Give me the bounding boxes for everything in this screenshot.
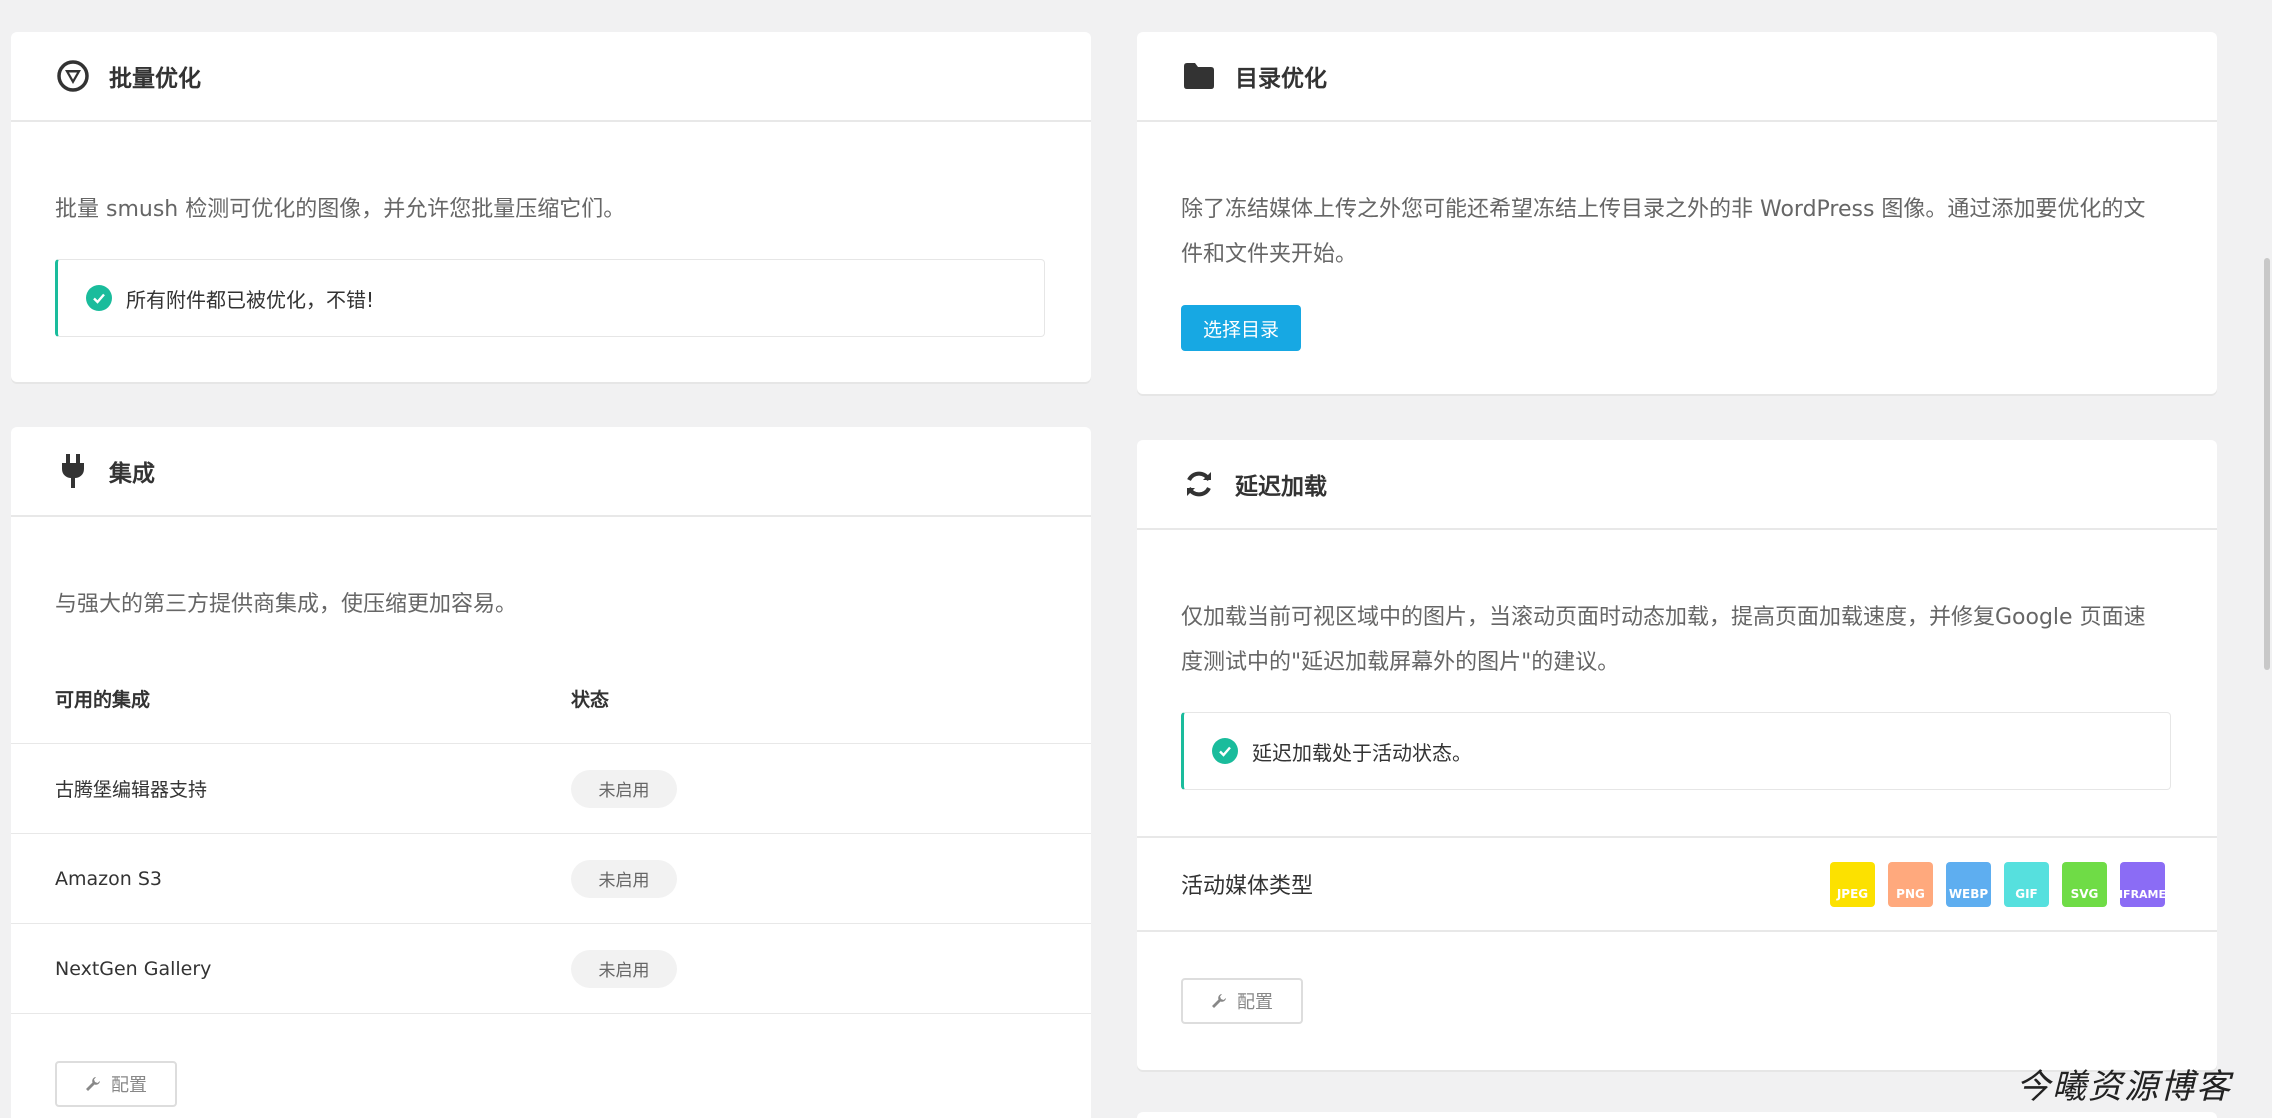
page-scrollbar[interactable] — [2262, 0, 2272, 1118]
table-divider — [11, 1013, 1091, 1015]
col-status: 状态 — [571, 689, 610, 711]
smush-logo-icon — [55, 58, 91, 94]
table-row: Amazon S3 未启用 — [11, 833, 1091, 923]
col-available-integrations: 可用的集成 — [55, 689, 151, 711]
status-badge: 未启用 — [571, 949, 677, 988]
lazyload-title: 延迟加载 — [1235, 474, 1327, 500]
media-type-badges: JPEG PNG WEBP GIF SVG IFRAME — [1817, 861, 2166, 907]
media-badge-jpeg: JPEG — [1830, 861, 1875, 907]
integrations-config-button[interactable]: 配置 — [55, 1061, 177, 1107]
lazyload-description: 仅加载当前可视区域中的图片，当滚动页面时动态加载，提高页面加载速度，并修复Goo… — [1181, 595, 2181, 685]
table-row: 古腾堡编辑器支持 未启用 — [11, 743, 1091, 833]
check-circle-icon — [86, 285, 112, 311]
bulk-smush-description: 批量 smush 检测可优化的图像，并允许您批量压缩它们。 — [55, 197, 626, 222]
lazyload-notice: 延迟加载处于活动状态。 — [1181, 712, 2171, 790]
media-badge-svg: SVG — [2062, 861, 2107, 907]
integration-name: NextGen Gallery — [55, 957, 212, 980]
directory-smush-card: 目录优化 除了冻结媒体上传之外您可能还希望冻结上传目录之外的非 WordPres… — [1137, 32, 2217, 394]
table-row: NextGen Gallery 未启用 — [11, 923, 1091, 1013]
watermark: 今曦资源博客 — [2016, 1067, 2232, 1107]
media-types-row: 活动媒体类型 JPEG PNG WEBP GIF SVG IFRAME — [1137, 836, 2217, 932]
media-badge-iframe: IFRAME — [2119, 861, 2166, 907]
integrations-description: 与强大的第三方提供商集成，使压缩更加容易。 — [55, 592, 518, 617]
next-card-edge — [1137, 1112, 2217, 1118]
lazyload-card: 延迟加载 仅加载当前可视区域中的图片，当滚动页面时动态加载，提高页面加载速度，并… — [1137, 440, 2217, 1070]
media-types-label: 活动媒体类型 — [1181, 874, 1314, 899]
bulk-smush-title: 批量优化 — [109, 66, 201, 92]
lazyload-config-button[interactable]: 配置 — [1181, 978, 1303, 1024]
directory-smush-title: 目录优化 — [1235, 66, 1327, 92]
integration-name: 古腾堡编辑器支持 — [55, 779, 208, 801]
directory-desc-line-1: 除了冻结媒体上传之外您可能还希望冻结上传目录之外的非 WordPress 图像。… — [1181, 197, 2146, 222]
integrations-table-header: 可用的集成 状态 — [55, 685, 1091, 712]
status-badge: 未启用 — [571, 769, 677, 808]
lazyload-desc-line-1: 仅加载当前可视区域中的图片，当滚动页面时动态加载，提高页面加载速度，并修复Goo… — [1181, 605, 2146, 630]
integrations-title: 集成 — [109, 461, 155, 487]
media-badge-webp: WEBP — [1946, 861, 1991, 907]
directory-smush-description: 除了冻结媒体上传之外您可能还希望冻结上传目录之外的非 WordPress 图像。… — [1181, 187, 2181, 277]
lazyload-desc-line-2: 度测试中的"延迟加载屏幕外的图片"的建议。 — [1181, 650, 1620, 675]
lazyload-config-label: 配置 — [1237, 992, 1273, 1013]
media-badge-gif: GIF — [2004, 861, 2049, 907]
folder-icon — [1181, 58, 1217, 94]
status-badge: 未启用 — [571, 859, 677, 898]
refresh-icon — [1181, 466, 1217, 502]
directory-desc-line-2: 件和文件夹开始。 — [1181, 242, 1358, 267]
bulk-smush-notice-text: 所有附件都已被优化，不错! — [126, 287, 375, 312]
media-badge-png: PNG — [1888, 861, 1933, 907]
directory-smush-header: 目录优化 — [1137, 32, 2217, 122]
bulk-smush-header: 批量优化 — [11, 32, 1091, 122]
integrations-card: 集成 与强大的第三方提供商集成，使压缩更加容易。 可用的集成 状态 古腾堡编辑器… — [11, 427, 1091, 1118]
plug-icon — [55, 453, 91, 489]
choose-directory-button[interactable]: 选择目录 — [1181, 305, 1301, 351]
scrollbar-thumb[interactable] — [2264, 258, 2270, 670]
page: 批量优化 批量 smush 检测可优化的图像，并允许您批量压缩它们。 所有附件都… — [0, 0, 2272, 1118]
integrations-header: 集成 — [11, 427, 1091, 517]
integrations-config-label: 配置 — [111, 1075, 147, 1096]
lazyload-header: 延迟加载 — [1137, 440, 2217, 530]
lazyload-notice-text: 延迟加载处于活动状态。 — [1252, 740, 1472, 765]
integration-name: Amazon S3 — [55, 867, 162, 890]
check-circle-icon — [1212, 738, 1238, 764]
wrench-icon — [1211, 993, 1227, 1009]
bulk-smush-notice: 所有附件都已被优化，不错! — [55, 259, 1045, 337]
bulk-smush-card: 批量优化 批量 smush 检测可优化的图像，并允许您批量压缩它们。 所有附件都… — [11, 32, 1091, 382]
wrench-icon — [85, 1076, 101, 1092]
